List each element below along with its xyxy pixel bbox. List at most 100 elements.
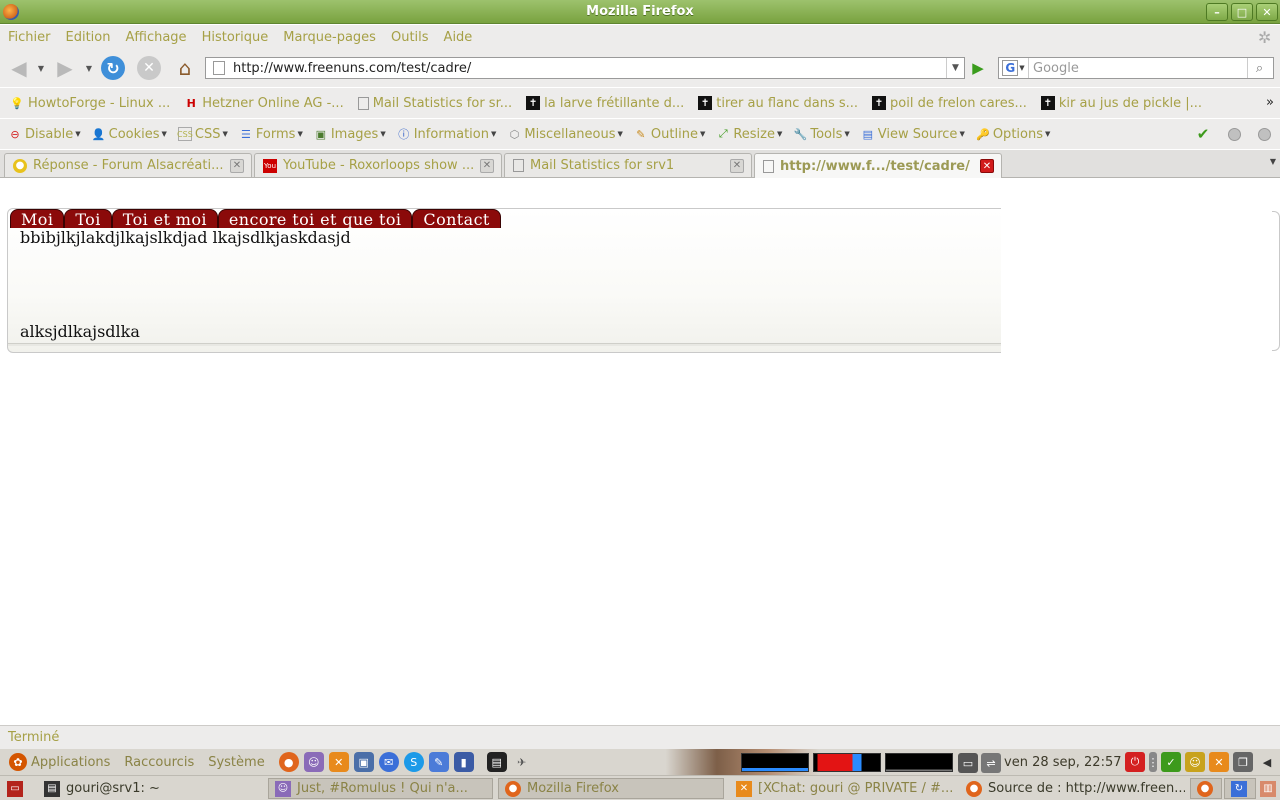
- dev-css[interactable]: CSS CSS ▼: [177, 127, 228, 142]
- dev-options[interactable]: 🔑 Options ▼: [976, 127, 1050, 142]
- bookmark-larve[interactable]: ✝ la larve frétillante d...: [526, 96, 684, 111]
- url-bar[interactable]: http://www.freenuns.com/test/cadre/ ▼: [205, 57, 965, 79]
- display-icon[interactable]: ▭: [958, 753, 978, 773]
- network-tray-icon[interactable]: ⋮: [1148, 752, 1159, 772]
- network-monitor[interactable]: [885, 753, 953, 772]
- panel-menu-applications[interactable]: Applications: [31, 755, 110, 770]
- page-icon: [213, 61, 225, 75]
- skype-launcher-icon[interactable]: S: [403, 752, 424, 772]
- task-refresh-mini[interactable]: ↻: [1224, 778, 1256, 799]
- network-launcher-icon[interactable]: ▣: [353, 752, 374, 772]
- workspace-icon[interactable]: ❐: [1233, 752, 1253, 772]
- trash-button[interactable]: ▥: [1258, 778, 1280, 799]
- tab-cadre[interactable]: http://www.f.../test/cadre/ ✕: [754, 153, 1002, 178]
- task-firefox-mini[interactable]: ●: [1190, 778, 1222, 799]
- panel-menu-systeme[interactable]: Système: [208, 755, 264, 770]
- update-icon[interactable]: ✓: [1161, 752, 1181, 772]
- page-tab-encore-toi[interactable]: encore toi et que toi: [217, 209, 413, 229]
- dev-cookies[interactable]: 👤 Cookies ▼: [92, 127, 167, 142]
- taskbar: ▭ ▤ gouri@srv1: ~ ☺ Just, #Romulus ! Qui…: [0, 775, 1280, 800]
- dev-resize[interactable]: ⤢ Resize ▼: [716, 127, 782, 142]
- thunderbird-launcher-icon[interactable]: ✉: [378, 752, 399, 772]
- page-tab-toi[interactable]: Toi: [64, 209, 112, 229]
- dev-view-source[interactable]: ▤ View Source ▼: [861, 127, 965, 142]
- dev-tools[interactable]: 🔧 Tools ▼: [793, 127, 850, 142]
- html-validator-status-icon[interactable]: [1226, 126, 1242, 142]
- menu-edition[interactable]: Edition: [66, 30, 111, 45]
- list-all-tabs-icon[interactable]: ▼: [1270, 157, 1276, 166]
- menu-marque-pages[interactable]: Marque-pages: [283, 30, 376, 45]
- panel-clock[interactable]: ven 28 sep, 22:57: [1004, 755, 1122, 770]
- dev-outline[interactable]: ✎ Outline ▼: [634, 127, 705, 142]
- freenuns-icon: ✝: [1040, 96, 1055, 110]
- tab-close-icon[interactable]: ✕: [730, 158, 744, 173]
- task-xchat[interactable]: ✕ [XChat: gouri @ PRIVATE / #...: [730, 778, 956, 799]
- task-mozilla-firefox[interactable]: ● Mozilla Firefox: [498, 778, 724, 799]
- show-desktop-button[interactable]: ▭: [4, 778, 26, 799]
- cpu-monitor[interactable]: [741, 753, 809, 772]
- panel-menu-raccourcis[interactable]: Raccourcis: [124, 755, 194, 770]
- maximize-button[interactable]: □: [1231, 3, 1253, 21]
- forward-button[interactable]: ▶: [52, 56, 78, 80]
- task-terminal[interactable]: ▤ gouri@srv1: ~: [38, 778, 263, 799]
- power-icon[interactable]: ⏻: [1125, 752, 1145, 772]
- search-engine-selector[interactable]: G ▼: [999, 58, 1029, 78]
- volume-icon[interactable]: ◀: [1257, 752, 1277, 772]
- terminal-launcher-icon[interactable]: ▤: [486, 752, 507, 772]
- bookmark-tirer-au-flanc[interactable]: ✝ tirer au flanc dans s...: [698, 96, 858, 111]
- task-view-source[interactable]: ● Source de : http://www.freen...: [960, 778, 1185, 799]
- dev-miscellaneous[interactable]: ⬡ Miscellaneous ▼: [507, 127, 623, 142]
- notes-launcher-icon[interactable]: ▮: [453, 752, 474, 772]
- back-button[interactable]: ◀: [6, 56, 32, 80]
- page-tab-toi-et-moi[interactable]: Toi et moi: [111, 209, 218, 229]
- tab-mail-statistics[interactable]: Mail Statistics for srv1 ✕: [504, 153, 752, 177]
- page-tab-contact[interactable]: Contact: [412, 209, 501, 229]
- back-history-dropdown[interactable]: ▼: [36, 61, 46, 75]
- page-tab-moi[interactable]: Moi: [10, 209, 65, 229]
- bookmark-howtoforge[interactable]: 💡 HowtoForge - Linux ...: [10, 96, 170, 111]
- go-button[interactable]: ▶: [968, 58, 988, 78]
- css-valid-check-icon[interactable]: ✔: [1195, 125, 1211, 143]
- reload-button[interactable]: ↻: [101, 56, 125, 80]
- pidgin-launcher-icon[interactable]: ☺: [303, 752, 324, 772]
- menu-fichier[interactable]: Fichier: [8, 30, 51, 45]
- menu-aide[interactable]: Aide: [444, 30, 473, 45]
- dev-images[interactable]: ▣ Images ▼: [314, 127, 386, 142]
- xchat-launcher-icon[interactable]: ✕: [328, 752, 349, 772]
- dev-forms[interactable]: ☰ Forms ▼: [239, 127, 303, 142]
- refresh-icon: ↻: [1231, 780, 1247, 797]
- search-icon[interactable]: ⌕: [1247, 58, 1271, 78]
- forward-history-dropdown[interactable]: ▼: [84, 61, 94, 75]
- home-button[interactable]: ⌂: [173, 56, 197, 80]
- dev-disable[interactable]: ⊖ Disable ▼: [8, 127, 80, 142]
- user-tray-icon[interactable]: ☺: [1185, 752, 1205, 772]
- tab-close-icon[interactable]: ✕: [230, 158, 244, 173]
- bookmarks-overflow-chevron-icon[interactable]: »: [1266, 95, 1274, 110]
- tab-forum-alsacreation[interactable]: ● Réponse - Forum Alsacréati... ✕: [4, 153, 252, 177]
- bookmark-poil-de-frelon[interactable]: ✝ poil de frelon cares...: [872, 96, 1027, 111]
- bookmark-mail-statistics[interactable]: Mail Statistics for sr...: [357, 96, 512, 111]
- menu-historique[interactable]: Historique: [202, 30, 269, 45]
- memory-monitor[interactable]: [813, 753, 881, 772]
- tab-youtube[interactable]: You YouTube - Roxorloops show ... ✕: [254, 153, 502, 177]
- window-list-icon[interactable]: ⇌: [981, 753, 1001, 773]
- close-button[interactable]: ✕: [1256, 3, 1278, 21]
- url-text[interactable]: http://www.freenuns.com/test/cadre/: [233, 61, 946, 76]
- url-history-dropdown[interactable]: ▼: [946, 58, 964, 78]
- minimize-button[interactable]: –: [1206, 3, 1228, 21]
- menu-affichage[interactable]: Affichage: [125, 30, 186, 45]
- js-status-icon[interactable]: [1256, 126, 1272, 142]
- bookmark-kir[interactable]: ✝ kir au jus de pickle |...: [1040, 96, 1202, 111]
- xchat-tray-icon[interactable]: ✕: [1209, 752, 1229, 772]
- tab-close-icon[interactable]: ✕: [980, 159, 994, 173]
- plane-launcher-icon[interactable]: ✈: [512, 752, 532, 772]
- search-input[interactable]: [1029, 60, 1247, 76]
- firefox-launcher-icon[interactable]: ●: [278, 752, 299, 772]
- editor-launcher-icon[interactable]: ✎: [428, 752, 449, 772]
- menu-outils[interactable]: Outils: [391, 30, 429, 45]
- stop-button[interactable]: ✕: [137, 56, 161, 80]
- task-chat[interactable]: ☺ Just, #Romulus ! Qui n'a...: [268, 778, 493, 799]
- tab-close-icon[interactable]: ✕: [480, 158, 494, 173]
- bookmark-hetzner[interactable]: H Hetzner Online AG -...: [184, 96, 344, 111]
- dev-information[interactable]: ⓘ Information ▼: [397, 127, 496, 142]
